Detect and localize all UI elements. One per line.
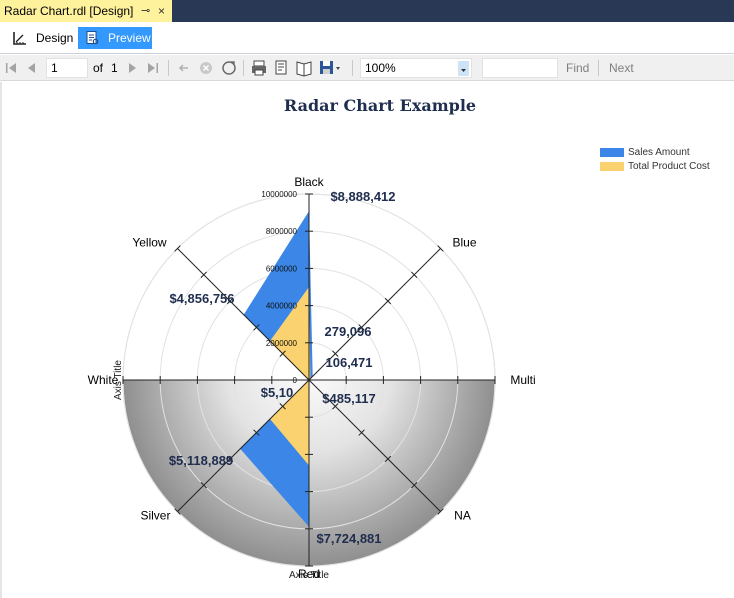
axis-title-bottom: Axis Title: [289, 570, 329, 581]
radial-tick-label: 8000000: [266, 227, 298, 236]
category-label-na: NA: [454, 509, 471, 523]
data-label-yellow: $4,856,756: [169, 291, 234, 306]
data-label-black: $8,888,412: [330, 189, 395, 204]
radial-tick-label: 0: [293, 376, 298, 385]
radar-chart: 0 2000000 4000000 6000000 8000000 10000000Bla…: [88, 175, 536, 581]
category-label-multi: Multi: [510, 373, 535, 387]
data-label-na: $485,117: [322, 391, 376, 406]
data-label-red: $7,724,881: [316, 531, 381, 546]
category-label-black: Black: [294, 175, 324, 189]
radial-tick-label: 2000000: [266, 339, 298, 348]
data-label-blue: 106,471: [326, 355, 373, 370]
category-label-blue: Blue: [453, 235, 477, 249]
category-label-silver: Silver: [140, 509, 170, 523]
axis-title-vertical: Axis Title: [113, 360, 124, 400]
category-label-yellow: Yellow: [132, 235, 167, 249]
radial-tick-label: 6000000: [266, 264, 298, 273]
data-label-silver: $5,118,889: [169, 453, 233, 468]
radial-tick-label: 10000000: [261, 190, 297, 199]
radial-tick-label: 4000000: [266, 302, 298, 311]
data-label-blue: 279,096: [325, 324, 372, 339]
data-label-white: $5,10: [261, 385, 294, 400]
